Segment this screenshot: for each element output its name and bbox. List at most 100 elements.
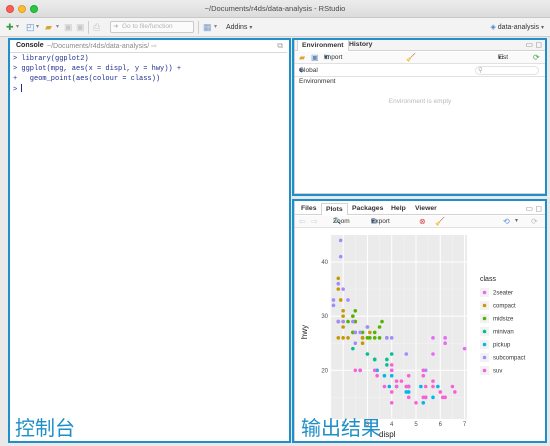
data-point (353, 330, 358, 335)
files-maximize-icon[interactable]: ◻ (535, 204, 542, 213)
project-icon: ◈ (490, 24, 496, 31)
data-point (382, 384, 387, 389)
data-point (375, 373, 379, 378)
project-label: data-analysis (497, 24, 540, 31)
console-path-arrow-icon: ⇨ (151, 43, 157, 50)
data-point (406, 373, 411, 378)
console-prompt-line[interactable]: > (13, 84, 181, 95)
files-tabbar: Files Plots Packages Help Viewer ▭ ◻ (295, 203, 545, 215)
project-menu[interactable]: ◈ data-analysis ▾ (490, 22, 544, 34)
export-button[interactable]: ▦ Export ▾ (371, 216, 390, 227)
previous-plot-icon[interactable]: ⇦ (299, 216, 306, 227)
publish-dropdown-icon[interactable]: ▾ (515, 216, 518, 227)
y-axis-label: hwy (300, 325, 309, 339)
text-cursor (21, 84, 23, 92)
environment-minimize-icon[interactable]: ▭ (525, 40, 533, 49)
global-environment-dropdown[interactable]: ◈ Global Environment ▾ (299, 65, 336, 85)
toolbar-separator (88, 21, 89, 34)
refresh-environment-icon[interactable]: ⟳ (533, 52, 540, 63)
new-project-icon[interactable]: ◰ (26, 22, 35, 33)
data-point (421, 400, 426, 405)
remove-plot-icon[interactable]: ⊗ (419, 216, 426, 227)
tab-help[interactable]: Help (387, 203, 410, 215)
addins-menu[interactable]: Addins ▾ (226, 22, 252, 34)
data-point (341, 314, 345, 318)
main-toolbar: ✚ ▾ ◰ ▾ ▰ ▾ ▣ ▣ ⎙ ➜ Go to file/function … (0, 18, 550, 37)
data-point (443, 341, 447, 346)
console-output[interactable]: > library(ggplot2) > ggplot(mpg, aes(x = … (13, 54, 181, 95)
data-point (351, 314, 355, 318)
data-point (346, 319, 350, 324)
clear-workspace-broom-icon[interactable]: 🧹 (406, 52, 416, 63)
data-point (443, 395, 447, 400)
save-icon[interactable]: ▣ (64, 22, 73, 33)
data-point (404, 352, 409, 356)
data-point (346, 336, 350, 340)
new-project-dropdown-icon[interactable]: ▾ (36, 22, 39, 33)
tab-plots[interactable]: Plots (321, 203, 348, 215)
search-icon: ⚲ (478, 67, 483, 74)
open-file-dropdown-icon[interactable]: ▾ (56, 22, 59, 33)
go-to-file-input[interactable]: ➜ Go to file/function (110, 21, 194, 33)
load-workspace-icon[interactable]: ▰ (299, 52, 305, 63)
data-point (336, 281, 341, 286)
console-maximize-icon[interactable]: ⧉ (277, 41, 283, 51)
legend-swatch (482, 316, 487, 321)
workspace-panes-dropdown-icon[interactable]: ▾ (214, 22, 217, 33)
tab-history[interactable]: History (345, 39, 376, 51)
data-point (377, 336, 382, 340)
refresh-plot-icon[interactable]: ⟳ (531, 216, 538, 227)
print-icon[interactable]: ⎙ (93, 22, 100, 33)
data-point (406, 395, 411, 400)
workspace-panes-icon[interactable]: ▦ (203, 22, 212, 33)
console-path[interactable]: ~/Documents/r4ds/data-analysis/ ⇨ (47, 42, 157, 50)
save-all-icon[interactable]: ▣ (76, 22, 85, 33)
tab-environment[interactable]: Environment (297, 39, 349, 51)
legend-swatch (482, 355, 487, 360)
clear-plots-broom-icon[interactable]: 🧹 (435, 216, 445, 227)
data-point (385, 336, 389, 340)
data-point (372, 336, 377, 340)
legend-label: midsize (493, 317, 514, 323)
tab-viewer[interactable]: Viewer (411, 203, 441, 215)
data-point (394, 384, 399, 389)
data-point (414, 400, 418, 405)
publish-icon[interactable]: ⟲ (503, 216, 510, 227)
data-point (338, 254, 343, 259)
environment-toolbar: ▰ ▣ ⊞ Import Dataset ▾ 🧹 ☰ List ▾ ⟳ (295, 52, 545, 72)
data-point (423, 384, 428, 389)
list-view-dropdown[interactable]: ☰ List ▾ (498, 52, 508, 63)
new-file-icon[interactable]: ✚ (6, 22, 14, 33)
data-point (423, 395, 428, 400)
console-line: > ggplot(mpg, aes(x = displ, y = hwy)) + (13, 65, 182, 73)
data-point (389, 352, 394, 356)
data-point (338, 298, 343, 302)
data-point (358, 368, 362, 373)
data-point (394, 379, 399, 383)
data-point (351, 319, 355, 324)
toolbar-separator (198, 21, 199, 34)
data-point (431, 352, 435, 356)
addins-label: Addins (226, 24, 248, 31)
environment-search-input[interactable]: ⚲ (475, 66, 539, 75)
data-point (353, 308, 358, 313)
data-point (389, 400, 394, 405)
data-point (387, 384, 392, 389)
import-dataset-button[interactable]: ⊞ Import Dataset ▾ (324, 52, 346, 72)
open-file-icon[interactable]: ▰ (45, 22, 52, 33)
new-file-dropdown-icon[interactable]: ▾ (16, 22, 19, 33)
global-environment-label: Global Environment (299, 67, 336, 85)
console-tab[interactable]: Console (16, 42, 44, 49)
tab-packages[interactable]: Packages (348, 203, 387, 215)
tab-files[interactable]: Files (297, 203, 321, 215)
output-annotation-label: 输出结果 (301, 416, 381, 440)
legend-label: pickup (493, 343, 511, 349)
data-point (385, 363, 389, 367)
console-header: Console ~/Documents/r4ds/data-analysis/ … (10, 40, 287, 53)
y-tick-label: 30 (321, 314, 328, 320)
next-plot-icon[interactable]: ⇨ (311, 216, 318, 227)
addins-dropdown-icon: ▾ (249, 25, 253, 31)
environment-maximize-icon[interactable]: ◻ (535, 40, 542, 49)
save-workspace-icon[interactable]: ▣ (311, 52, 319, 63)
files-minimize-icon[interactable]: ▭ (525, 204, 533, 213)
